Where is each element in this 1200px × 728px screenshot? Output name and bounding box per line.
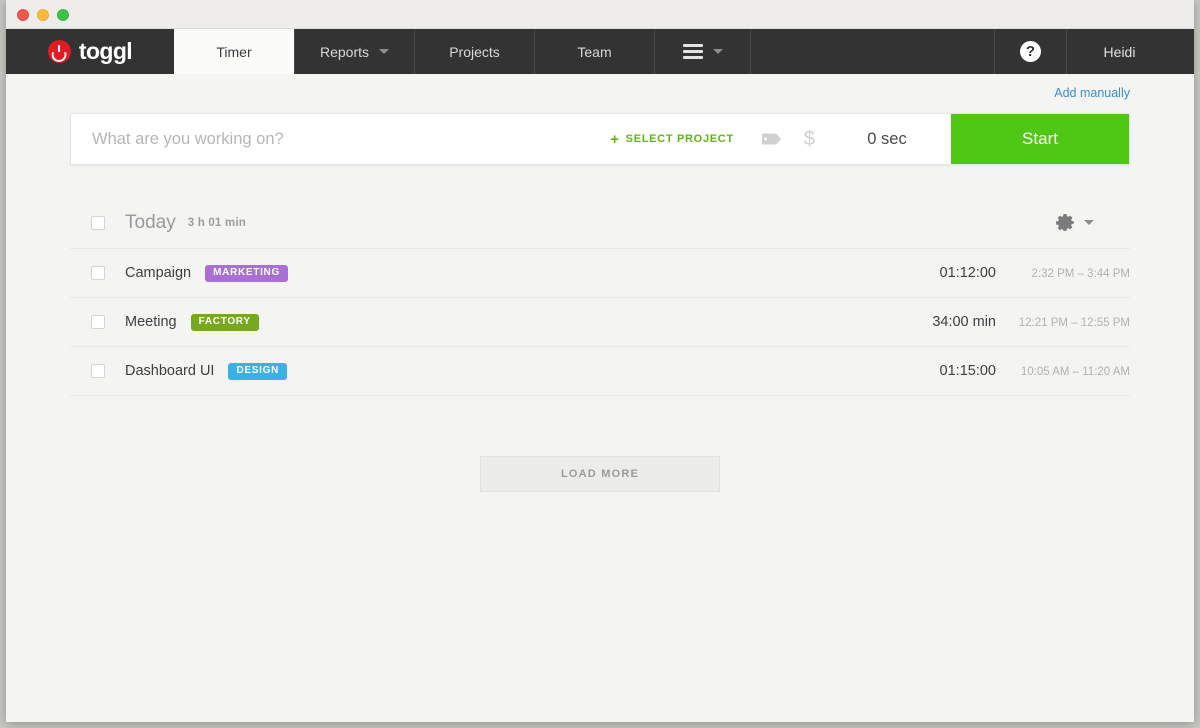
app-window: toggl Timer Reports Projects Team ? Heid… [6,0,1194,722]
entry-metrics: 01:15:00 10:05 AM – 11:20 AM [866,363,1130,379]
entry-metrics: 01:12:00 2:32 PM – 3:44 PM [866,265,1130,281]
tab-timer-label: Timer [216,43,252,60]
entry-duration: 01:12:00 [939,265,996,281]
day-total-duration: 3 h 01 min [187,216,246,229]
tab-team[interactable]: Team [534,29,654,74]
entry-timespan: 10:05 AM – 11:20 AM [1020,366,1130,378]
plus-icon: + [610,130,620,148]
tab-projects[interactable]: Projects [414,29,534,74]
entry-title: Meeting [125,314,177,330]
elapsed-time: 0 sec [867,129,907,148]
billable-dollar-icon[interactable]: $ [792,129,827,149]
tab-reports[interactable]: Reports [294,29,414,74]
user-menu[interactable]: Heidi [1066,29,1194,74]
row-select-cell [70,364,125,378]
time-entries-list: Today 3 h 01 min Campaign MARKETING 01:1… [70,197,1130,396]
select-project-button[interactable]: + SELECT PROJECT [610,132,750,147]
toggl-logo[interactable]: toggl [6,29,174,74]
help-button[interactable]: ? [994,29,1066,74]
top-navigation: toggl Timer Reports Projects Team ? Heid… [6,29,1194,74]
close-window-button[interactable] [17,9,29,21]
table-row[interactable]: Meeting FACTORY 34:00 min 12:21 PM – 12:… [70,298,1130,347]
project-tag[interactable]: FACTORY [190,313,259,331]
help-icon: ? [1020,41,1041,62]
project-tag[interactable]: MARKETING [205,264,288,282]
load-more-row: LOAD MORE [70,456,1130,492]
main-content: Add manually What are you working on? + … [6,74,1194,722]
add-manually-link[interactable]: Add manually [1054,86,1130,100]
table-row[interactable]: Dashboard UI DESIGN 01:15:00 10:05 AM – … [70,347,1130,396]
day-settings-button[interactable] [1056,213,1130,232]
table-row[interactable]: Campaign MARKETING 01:12:00 2:32 PM – 3:… [70,249,1130,298]
row-select-cell [70,266,125,280]
entry-title: Campaign [125,265,192,281]
entry-title: Dashboard UI [125,363,215,379]
row-checkbox[interactable] [90,266,105,280]
tab-timer[interactable]: Timer [174,29,294,74]
chevron-down-icon [379,49,390,54]
chevron-down-icon [712,49,723,54]
select-all-checkbox[interactable] [90,215,105,230]
entry-timespan: 2:32 PM – 3:44 PM [1031,268,1130,280]
hamburger-icon [682,44,703,59]
entry-duration: 34:00 min [932,314,996,330]
day-title: Today [125,211,176,233]
row-checkbox[interactable] [90,315,105,329]
entry-timespan: 12:21 PM – 12:55 PM [1018,317,1130,329]
tab-reports-label: Reports [319,43,370,60]
power-icon [47,40,71,63]
user-name-label: Heidi [1103,43,1136,60]
entry-duration: 01:15:00 [939,363,996,379]
chevron-down-icon [1084,220,1094,225]
tab-projects-label: Projects [449,43,500,60]
traffic-lights [17,9,69,21]
tag-icon[interactable] [750,130,792,148]
gear-icon [1056,214,1074,231]
timer-tools: + SELECT PROJECT $ 0 sec [610,114,951,164]
start-button[interactable]: Start [951,114,1129,164]
row-checkbox[interactable] [90,364,105,378]
select-project-label: SELECT PROJECT [625,133,734,145]
row-select-cell [70,315,125,329]
load-more-button[interactable]: LOAD MORE [480,456,720,492]
title-bar [6,0,1194,29]
minimize-window-button[interactable] [37,9,49,21]
project-tag[interactable]: DESIGN [228,362,288,380]
timer-bar: What are you working on? + SELECT PROJEC… [70,113,1130,165]
more-menu-button[interactable] [654,29,750,74]
zoom-window-button[interactable] [57,9,69,21]
entry-metrics: 34:00 min 12:21 PM – 12:55 PM [866,314,1130,330]
day-group-header: Today 3 h 01 min [70,197,1130,249]
brand-label: toggl [78,38,133,64]
timer-description-input[interactable]: What are you working on? [71,114,610,164]
navbar-right-group: ? Heidi [994,29,1194,74]
add-manually-row: Add manually [70,74,1130,104]
navbar-spacer [750,29,994,74]
day-select-all-cell [70,215,125,230]
tab-team-label: Team [577,43,612,60]
